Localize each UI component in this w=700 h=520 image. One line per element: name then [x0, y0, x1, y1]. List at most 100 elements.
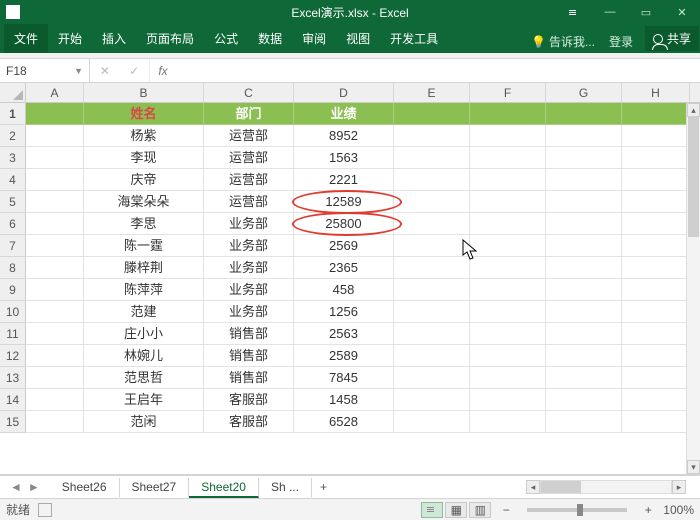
col-header-A[interactable]: A [26, 83, 84, 102]
cell-score[interactable]: 2365 [294, 257, 394, 279]
cell-name[interactable]: 陈一霆 [84, 235, 204, 257]
cell-name[interactable]: 范建 [84, 301, 204, 323]
login-link[interactable]: 登录 [603, 27, 639, 50]
cell-score[interactable]: 6528 [294, 411, 394, 433]
cell-name[interactable]: 海棠朵朵 [84, 191, 204, 213]
row-header[interactable]: 4 [0, 169, 26, 191]
row-header[interactable]: 8 [0, 257, 26, 279]
row-header[interactable]: 6 [0, 213, 26, 235]
cell-score[interactable]: 1256 [294, 301, 394, 323]
cell-dept[interactable]: 业务部 [204, 257, 294, 279]
cell-name[interactable]: 庄小小 [84, 323, 204, 345]
row-header[interactable]: 15 [0, 411, 26, 433]
scroll-right-icon[interactable]: ▸ [672, 480, 686, 494]
cell-score[interactable]: 2563 [294, 323, 394, 345]
col-header-D[interactable]: D [294, 83, 394, 102]
tab-review[interactable]: 审阅 [292, 24, 336, 53]
row-header[interactable]: 2 [0, 125, 26, 147]
tell-me[interactable]: 💡 告诉我... [525, 27, 601, 50]
zoom-in-button[interactable]: + [641, 503, 655, 517]
row-header[interactable]: 11 [0, 323, 26, 345]
cell-dept[interactable]: 业务部 [204, 301, 294, 323]
tab-data[interactable]: 数据 [248, 24, 292, 53]
cell-name[interactable]: 王启年 [84, 389, 204, 411]
enter-formula-icon[interactable]: ✓ [129, 64, 139, 78]
sheet-tab[interactable]: Sheet20 [189, 478, 259, 498]
cell-dept[interactable]: 运营部 [204, 125, 294, 147]
cell-score[interactable]: 25800 [294, 213, 394, 235]
tab-formulas[interactable]: 公式 [204, 24, 248, 53]
cell-name[interactable]: 李现 [84, 147, 204, 169]
spreadsheet-grid[interactable]: A B C D E F G H 1姓名部门业绩2杨紫运营部89523李现运营部1… [0, 83, 700, 475]
view-page-layout-button[interactable]: ▦ [445, 502, 467, 518]
tab-view[interactable]: 视图 [336, 24, 380, 53]
cell-dept[interactable]: 客服部 [204, 411, 294, 433]
cell-score[interactable]: 2221 [294, 169, 394, 191]
cell-score[interactable]: 1563 [294, 147, 394, 169]
zoom-out-button[interactable]: − [499, 503, 513, 517]
row-header[interactable]: 5 [0, 191, 26, 213]
cell-score[interactable]: 2569 [294, 235, 394, 257]
cell-score[interactable]: 8952 [294, 125, 394, 147]
chevron-down-icon[interactable]: ▼ [74, 66, 83, 76]
col-header-F[interactable]: F [470, 83, 546, 102]
cell-name[interactable]: 滕梓荆 [84, 257, 204, 279]
cell-dept[interactable]: 业务部 [204, 279, 294, 301]
col-header-E[interactable]: E [394, 83, 470, 102]
cell-score[interactable]: 2589 [294, 345, 394, 367]
tab-home[interactable]: 开始 [48, 24, 92, 53]
cell-dept[interactable]: 业务部 [204, 213, 294, 235]
cell-score[interactable]: 7845 [294, 367, 394, 389]
cell-dept[interactable]: 运营部 [204, 147, 294, 169]
sheet-tab[interactable]: Sheet26 [50, 478, 120, 497]
sheet-nav-prev-icon[interactable]: ◄ [10, 480, 22, 494]
sheet-tab[interactable]: Sheet27 [120, 478, 190, 497]
ribbon-options-icon[interactable] [556, 0, 592, 24]
cell-dept[interactable]: 销售部 [204, 323, 294, 345]
row-header[interactable]: 1 [0, 103, 26, 125]
row-header[interactable]: 3 [0, 147, 26, 169]
cell-name[interactable]: 林婉儿 [84, 345, 204, 367]
cell-name[interactable]: 杨紫 [84, 125, 204, 147]
row-header[interactable]: 12 [0, 345, 26, 367]
cell-dept[interactable]: 运营部 [204, 169, 294, 191]
header-score[interactable]: 业绩 [294, 103, 394, 125]
cell-score[interactable]: 1458 [294, 389, 394, 411]
view-normal-button[interactable] [421, 502, 443, 518]
cell-dept[interactable]: 业务部 [204, 235, 294, 257]
scroll-left-icon[interactable]: ◂ [526, 480, 540, 494]
col-header-C[interactable]: C [204, 83, 294, 102]
sheet-nav-next-icon[interactable]: ► [28, 480, 40, 494]
cancel-formula-icon[interactable]: ✕ [100, 64, 110, 78]
minimize-button[interactable]: — [592, 0, 628, 24]
cell-dept[interactable]: 客服部 [204, 389, 294, 411]
cell-name[interactable]: 庆帝 [84, 169, 204, 191]
zoom-slider[interactable] [527, 508, 627, 512]
tab-insert[interactable]: 插入 [92, 24, 136, 53]
tab-layout[interactable]: 页面布局 [136, 24, 204, 53]
maximize-button[interactable]: ▭ [628, 0, 664, 24]
cell-dept[interactable]: 销售部 [204, 367, 294, 389]
cell-name[interactable]: 李思 [84, 213, 204, 235]
name-box[interactable]: F18 ▼ [0, 59, 90, 82]
scroll-up-icon[interactable]: ▴ [687, 103, 700, 117]
row-header[interactable]: 10 [0, 301, 26, 323]
close-button[interactable]: ✕ [664, 0, 700, 24]
select-all-corner[interactable] [0, 83, 26, 102]
cell-dept[interactable]: 运营部 [204, 191, 294, 213]
tab-file[interactable]: 文件 [4, 24, 48, 53]
macro-record-icon[interactable] [38, 503, 52, 517]
row-header[interactable]: 14 [0, 389, 26, 411]
cell-dept[interactable]: 销售部 [204, 345, 294, 367]
row-header[interactable]: 9 [0, 279, 26, 301]
cell-name[interactable]: 范思哲 [84, 367, 204, 389]
row-header[interactable]: 13 [0, 367, 26, 389]
row-header[interactable]: 7 [0, 235, 26, 257]
col-header-H[interactable]: H [622, 83, 690, 102]
sheet-tab[interactable]: Sh ... [259, 478, 312, 497]
col-header-G[interactable]: G [546, 83, 622, 102]
tab-developer[interactable]: 开发工具 [380, 24, 448, 53]
fx-icon[interactable]: fx [150, 64, 176, 78]
cell-score[interactable]: 12589 [294, 191, 394, 213]
horizontal-scrollbar[interactable]: ◂ ▸ [526, 480, 686, 494]
